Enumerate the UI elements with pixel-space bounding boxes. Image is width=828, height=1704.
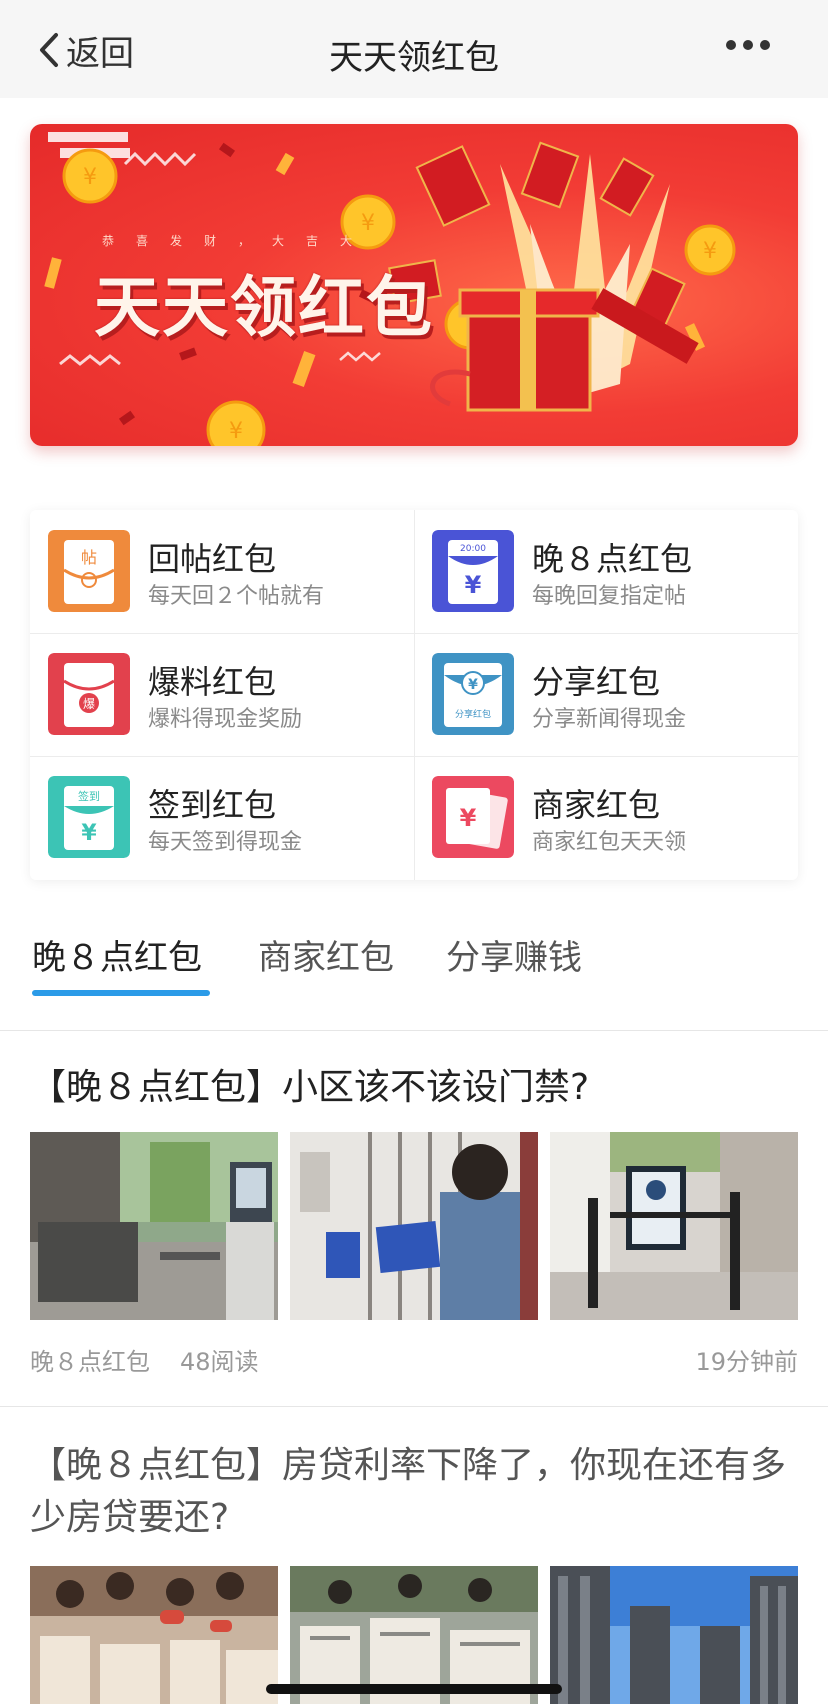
grid-item-subtitle: 每天签到得现金 [148,830,303,855]
thumbnail-image [290,1132,538,1320]
svg-text:¥: ¥ [460,804,477,832]
svg-text:20:00: 20:00 [460,544,486,554]
tab-merchant-red-packet[interactable]: 商家红包 [258,930,394,979]
svg-text:¥: ¥ [465,571,482,599]
grid-item-subtitle: 分享新闻得现金 [532,707,687,732]
merchant-envelope-icon: ¥ [432,776,514,858]
svg-text:¥: ¥ [468,677,478,693]
scoop-envelope-icon: 爆 [48,653,130,735]
grid-item-reply[interactable]: 帖 回帖红包 每天回２个帖就有 [30,510,414,633]
article-time: 19分钟前 [695,1348,798,1376]
svg-text:帖: 帖 [81,548,97,567]
svg-text:¥: ¥ [81,821,97,846]
banner-title: 天天领红包 [94,269,434,346]
divider [0,1406,828,1407]
reply-envelope-icon: 帖 [48,530,130,612]
svg-text:¥: ¥ [229,419,243,444]
tab-evening-red-packet[interactable]: 晚８点红包 [32,930,202,979]
grid-item-evening[interactable]: 20:00 ¥ 晚８点红包 每晚回复指定帖 [414,510,798,633]
svg-text:¥: ¥ [83,165,97,190]
more-options-icon[interactable] [726,40,770,50]
divider [0,1030,828,1031]
category-tabs: 晚８点红包 商家红包 分享赚钱 [0,900,828,1030]
navigation-bar: 返回 天天领红包 [0,0,828,98]
grid-item-title: 商家红包 [532,786,661,824]
article-category: 晚８点红包 [30,1348,150,1376]
thumbnail-image [30,1132,278,1320]
grid-item-merchant[interactable]: ¥ 商家红包 商家红包天天领 [414,756,798,879]
svg-text:分享红包: 分享红包 [455,708,491,720]
active-tab-indicator [32,990,210,996]
grid-item-title: 签到红包 [148,786,277,824]
promo-banner[interactable]: ¥ ¥ ¥ ¥ 恭喜发财，大吉大 天天领红包 [30,124,798,446]
grid-item-scoop[interactable]: 爆 爆料红包 爆料得现金奖励 [30,633,414,756]
banner-subtitle: 恭喜发财，大吉大 [102,234,375,248]
grid-item-checkin[interactable]: 签到 ¥ 签到红包 每天签到得现金 [30,756,414,879]
grid-item-subtitle: 商家红包天天领 [532,830,687,855]
grid-item-subtitle: 爆料得现金奖励 [148,707,303,732]
grid-item-share[interactable]: ¥ 分享红包 分享红包 分享新闻得现金 [414,633,798,756]
grid-item-subtitle: 每晚回复指定帖 [532,584,687,609]
thumbnail-image [30,1566,278,1704]
grid-item-subtitle: 每天回２个帖就有 [148,584,325,609]
article-title[interactable]: 【晚８点红包】小区该不该设门禁? [30,1062,800,1114]
svg-text:签到: 签到 [78,789,100,803]
home-indicator[interactable] [266,1684,562,1694]
grid-item-title: 分享红包 [532,663,661,701]
tab-share-earn[interactable]: 分享赚钱 [446,930,582,979]
svg-text:¥: ¥ [703,239,717,264]
grid-item-title: 晚８点红包 [532,540,693,578]
svg-text:爆: 爆 [83,697,95,711]
thumbnail-image [550,1566,798,1704]
grid-item-title: 回帖红包 [148,540,277,578]
page-title: 天天领红包 [329,38,499,78]
checkin-envelope-icon: 签到 ¥ [48,776,130,858]
red-packet-grid: 帖 回帖红包 每天回２个帖就有 20:00 ¥ 晚８点红包 每晚回复指定帖 爆 … [30,510,798,880]
clock-envelope-icon: 20:00 ¥ [432,530,514,612]
article-meta: 晚８点红包 48阅读 [30,1342,259,1377]
grid-item-title: 爆料红包 [148,663,277,701]
article-thumbnails[interactable] [30,1132,798,1320]
article-reads: 48阅读 [180,1348,259,1376]
share-envelope-icon: ¥ 分享红包 [432,653,514,735]
article-title[interactable]: 【晚８点红包】房贷利率下降了，你现在还有多少房贷要还? [30,1440,800,1544]
thumbnail-image [550,1132,798,1320]
